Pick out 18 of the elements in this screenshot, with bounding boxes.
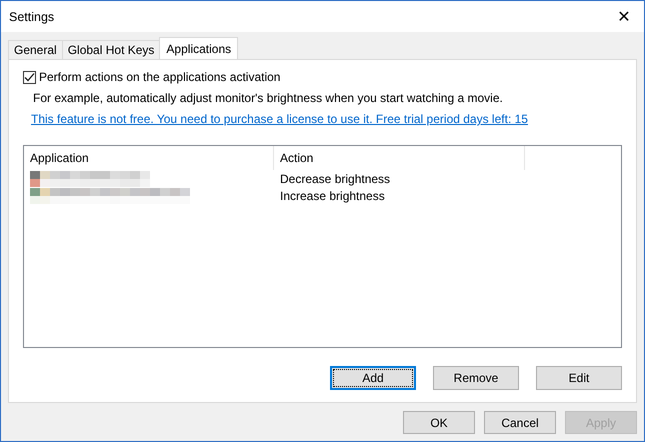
- description-text: For example, automatically adjust monitor's brightness when you start watching a movie.: [33, 91, 504, 105]
- dialog-button[interactable]: OK: [403, 411, 475, 434]
- column-header[interactable]: Application: [24, 146, 274, 170]
- list-button[interactable]: Add: [330, 366, 416, 390]
- list-button[interactable]: Remove: [433, 366, 519, 390]
- list-button[interactable]: Edit: [536, 366, 622, 390]
- tab[interactable]: Applications: [159, 37, 238, 59]
- license-link[interactable]: This feature is not free. You need to purchase a license to use it. Free trial period days left: 15: [31, 112, 528, 126]
- action-cell: Increase brightness: [280, 188, 385, 202]
- window-title: Settings: [9, 10, 54, 24]
- close-button[interactable]: ✕: [604, 1, 644, 32]
- dialog-button[interactable]: Cancel: [484, 411, 556, 434]
- tab[interactable]: General: [8, 40, 63, 59]
- action-cell: Decrease brightness: [280, 172, 390, 186]
- tab[interactable]: Global Hot Keys: [62, 40, 160, 59]
- checkbox[interactable]: [23, 70, 36, 84]
- checkbox-label: Perform actions on the applications activation: [39, 70, 280, 84]
- column-header[interactable]: Action: [274, 146, 525, 170]
